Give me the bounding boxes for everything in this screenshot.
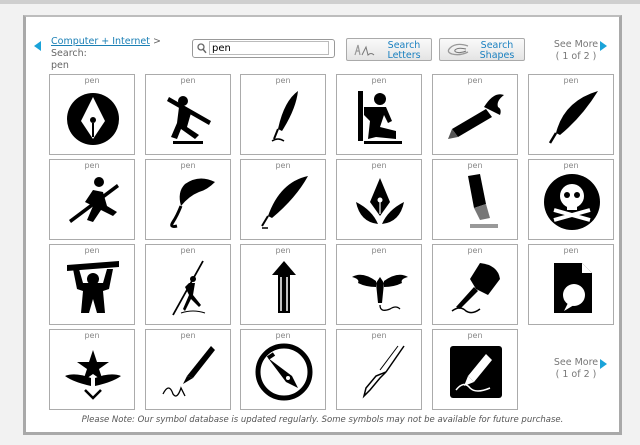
symbol-caption: pen xyxy=(275,76,291,85)
next-page-arrow-icon[interactable] xyxy=(600,41,607,51)
symbol-tile[interactable]: pen xyxy=(145,159,231,240)
page-indicator: ( 1 of 2 ) xyxy=(555,51,597,62)
symbol-tile[interactable]: pen xyxy=(528,74,614,155)
fountain-pen-circle-icon xyxy=(255,343,313,401)
symbol-caption: pen xyxy=(371,246,387,255)
next-page-arrow-icon[interactable] xyxy=(600,359,607,369)
strongman-lifting-pencil-icon xyxy=(67,261,119,313)
search-shapes-button[interactable]: Search Shapes xyxy=(439,38,525,61)
symbol-caption: pen xyxy=(84,246,100,255)
quill-writing-icon xyxy=(271,91,298,142)
nib-with-leaves-icon xyxy=(356,178,404,224)
symbol-caption: pen xyxy=(563,161,579,170)
symbol-caption: pen xyxy=(563,76,579,85)
breadcrumb: Computer + Internet > Search: pen xyxy=(51,36,191,72)
search-box xyxy=(192,39,335,58)
symbol-tile[interactable]: pen xyxy=(432,244,518,325)
document-speech-bubble-icon xyxy=(554,263,592,313)
breadcrumb-search-term: pen xyxy=(51,60,69,71)
symbol-caption: pen xyxy=(467,161,483,170)
letters-glyph-icon xyxy=(354,44,375,56)
search-letters-label: Search Letters xyxy=(387,40,421,61)
symbol-caption: pen xyxy=(371,161,387,170)
symbol-tile[interactable]: pen xyxy=(145,244,231,325)
symbol-caption: pen xyxy=(84,161,100,170)
fountain-pen-nib-circle-icon xyxy=(67,93,119,145)
see-more-bottom[interactable]: See More ( 1 of 2 ) xyxy=(553,357,599,381)
search-shapes-label: Search Shapes xyxy=(479,40,515,61)
symbol-tile[interactable]: pen xyxy=(145,74,231,155)
symbol-caption: pen xyxy=(275,246,291,255)
see-more-label: See More xyxy=(553,357,599,368)
symbol-tile[interactable]: pen xyxy=(145,329,231,410)
feather-icon xyxy=(261,176,308,229)
symbol-caption: pen xyxy=(180,331,196,340)
see-more-label: See More xyxy=(553,39,599,50)
symbol-tile[interactable]: pen xyxy=(336,244,422,325)
symbol-caption: pen xyxy=(180,246,196,255)
symbol-tile[interactable]: pen xyxy=(336,74,422,155)
shapes-swirl-icon xyxy=(447,43,469,56)
breadcrumb-separator: > xyxy=(149,36,161,47)
feather-quill-icon xyxy=(548,91,598,144)
magnifier-icon xyxy=(197,43,207,54)
previous-page-arrow-icon[interactable] xyxy=(34,41,41,51)
fountain-pen-outline-icon xyxy=(362,345,405,399)
running-man-pen-icon xyxy=(69,177,119,223)
pen-signature-icon xyxy=(162,346,215,397)
symbol-tile[interactable]: pen xyxy=(240,159,326,240)
search-input[interactable] xyxy=(209,41,329,55)
winged-pencil-icon xyxy=(448,94,504,139)
symbol-tile[interactable]: pen xyxy=(240,329,326,410)
symbol-caption: pen xyxy=(180,161,196,170)
javelin-thrower-icon xyxy=(172,260,206,316)
curled-quill-icon xyxy=(170,178,215,228)
search-letters-button[interactable]: Search Letters xyxy=(346,38,432,61)
symbol-caption: pen xyxy=(275,161,291,170)
symbol-tile[interactable]: pen xyxy=(49,244,135,325)
symbol-tile[interactable]: pen xyxy=(336,159,422,240)
winged-pen-icon xyxy=(352,274,408,311)
marker-pen-icon xyxy=(468,174,498,228)
breadcrumb-search-label: Search: xyxy=(51,48,87,59)
symbol-tile[interactable]: pen xyxy=(49,159,135,240)
symbol-tile[interactable]: pen xyxy=(528,244,614,325)
symbol-caption: pen xyxy=(467,76,483,85)
symbol-caption: pen xyxy=(180,76,196,85)
symbol-caption: pen xyxy=(84,76,100,85)
symbol-tile[interactable]: pen xyxy=(528,159,614,240)
skull-crossbones-circle-icon xyxy=(544,174,600,230)
symbol-caption: pen xyxy=(371,76,387,85)
symbol-caption: pen xyxy=(563,246,579,255)
kneeling-man-pencil-icon xyxy=(358,91,402,144)
symbol-search-panel: Computer + Internet > Search:pen Search … xyxy=(23,15,622,435)
man-carrying-pen-icon xyxy=(167,96,211,144)
see-more-top[interactable]: See More ( 1 of 2 ) xyxy=(553,39,599,63)
symbol-caption: pen xyxy=(84,331,100,340)
symbol-tile[interactable]: pen xyxy=(49,74,135,155)
hand-writing-icon xyxy=(451,263,500,314)
search-header: Computer + Internet > Search:pen Search … xyxy=(26,17,619,72)
symbol-caption: pen xyxy=(275,331,291,340)
symbol-tile[interactable]: pen xyxy=(240,244,326,325)
pencil-upward-arrow-icon xyxy=(272,261,296,313)
pen-signing-box-icon xyxy=(450,346,502,398)
breadcrumb-category-link[interactable]: Computer + Internet xyxy=(51,36,150,47)
availability-note: Please Note: Our symbol database is upda… xyxy=(81,415,564,425)
symbol-tile[interactable]: pen xyxy=(240,74,326,155)
symbol-caption: pen xyxy=(371,331,387,340)
symbol-caption: pen xyxy=(467,331,483,340)
top-divider xyxy=(0,0,640,4)
symbol-tile[interactable]: pen xyxy=(432,329,518,410)
symbol-caption: pen xyxy=(467,246,483,255)
symbol-tile[interactable]: pen xyxy=(432,159,518,240)
symbol-tile[interactable]: pen xyxy=(49,329,135,410)
page-indicator: ( 1 of 2 ) xyxy=(555,369,597,380)
winged-star-emblem-icon xyxy=(65,350,121,400)
symbol-tile[interactable]: pen xyxy=(336,329,422,410)
symbol-tile[interactable]: pen xyxy=(432,74,518,155)
